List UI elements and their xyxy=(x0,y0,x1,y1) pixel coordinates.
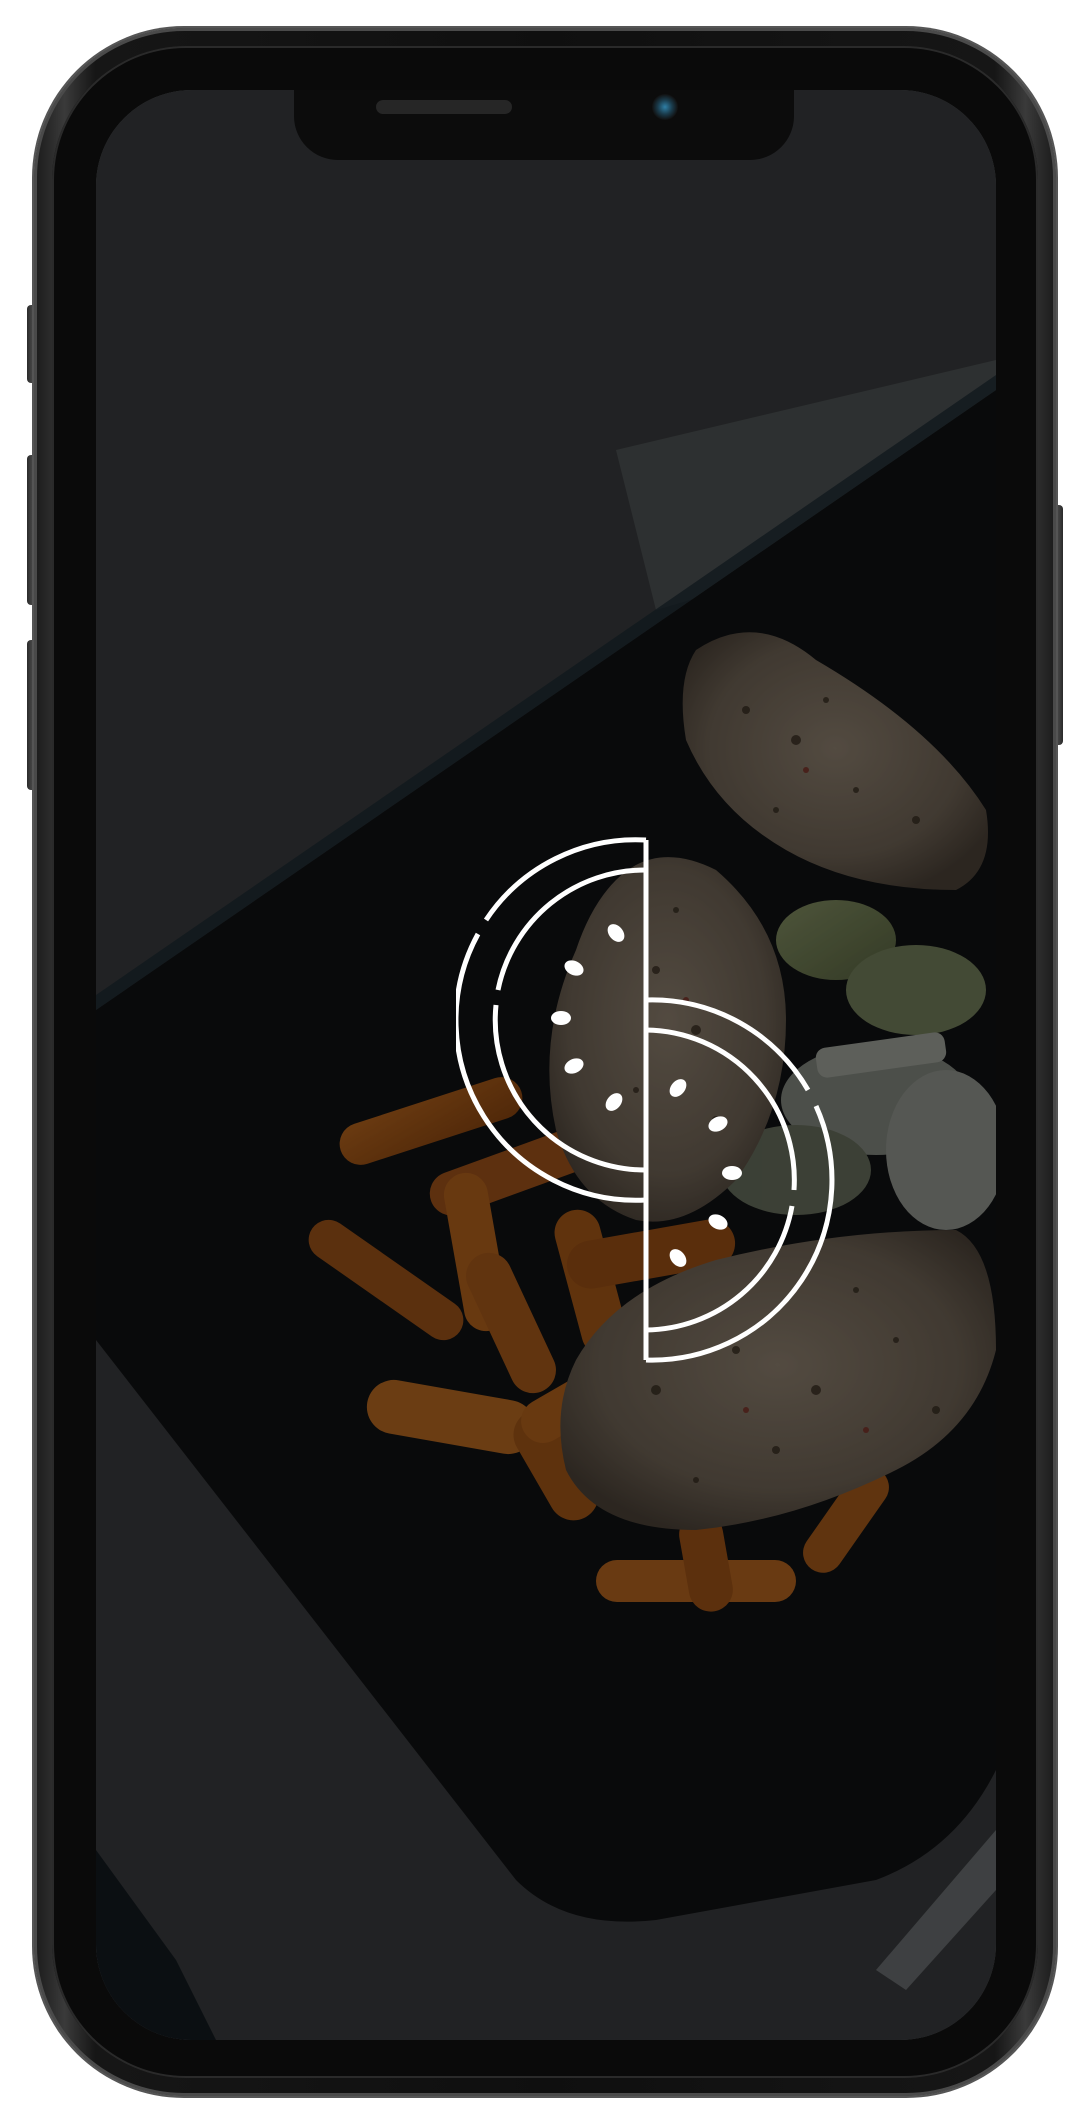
seeds-right xyxy=(669,1079,742,1267)
watermelon-slices-logo-icon xyxy=(456,837,835,1363)
front-camera-icon xyxy=(652,94,678,120)
seeds-left xyxy=(551,924,625,1111)
notch xyxy=(294,90,794,160)
app-screen xyxy=(96,90,996,2040)
earpiece-speaker xyxy=(376,100,512,114)
device-mockup xyxy=(0,0,1090,2125)
